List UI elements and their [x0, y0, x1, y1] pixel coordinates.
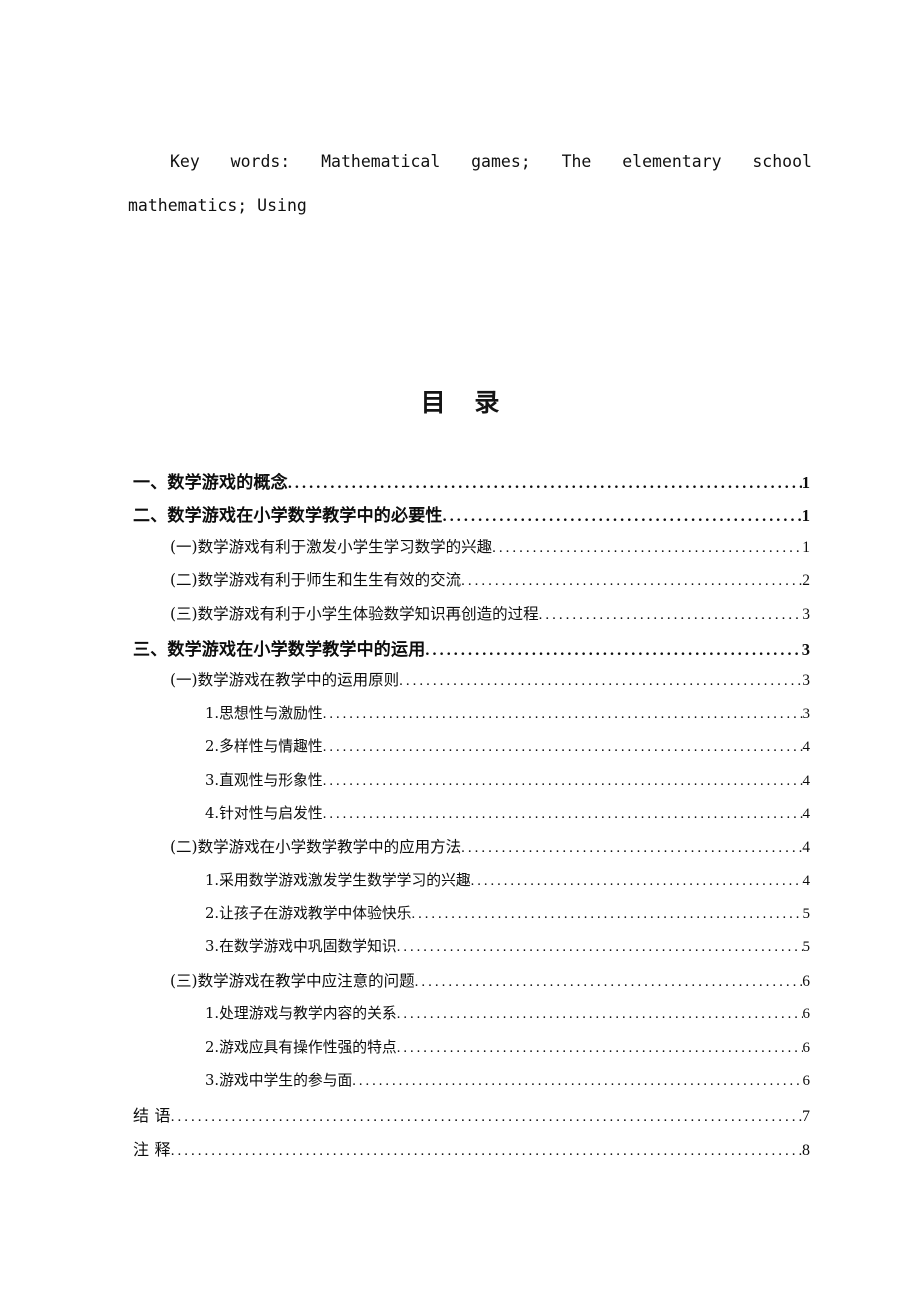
- toc-entry-label: 结 语: [133, 1106, 171, 1126]
- toc-entry[interactable]: 结 语 7: [0, 1102, 920, 1135]
- toc-page-number: 4: [802, 739, 811, 756]
- toc-page-number: 1: [801, 506, 810, 526]
- toc-entry[interactable]: (一)数学游戏有利于激发小学生学习数学的兴趣 1: [0, 535, 920, 568]
- toc-entry[interactable]: 4.针对性与启发性 4: [0, 802, 920, 835]
- toc-entry-label: 1.处理游戏与教学内容的关系: [205, 1005, 397, 1023]
- toc-entry[interactable]: 1.处理游戏与教学内容的关系 6: [0, 1002, 920, 1035]
- keywords-block: Key words: Mathematical games; The elementary…: [128, 140, 812, 228]
- toc-page-number: 3: [801, 639, 810, 659]
- toc-page-number: 4: [802, 772, 811, 789]
- toc-dot-leader: [397, 939, 803, 954]
- toc-page-number: 7: [802, 1108, 810, 1126]
- toc-dot-leader: [461, 840, 802, 856]
- toc-entry-label: 二、数学游戏在小学数学教学中的必要性: [133, 506, 443, 527]
- toc-entry[interactable]: (二)数学游戏有利于师生和生生有效的交流 2: [0, 568, 920, 601]
- toc-dot-leader: [539, 607, 803, 623]
- toc-page-number: 5: [802, 939, 811, 956]
- toc-entry[interactable]: 注 释 8: [0, 1136, 920, 1169]
- toc-dot-leader: [171, 1143, 802, 1159]
- toc-entry-label: 4.针对性与启发性: [205, 804, 323, 822]
- toc-entry-label: 3.在数学游戏中巩固数学知识: [205, 938, 397, 956]
- keyword-word: elementary: [622, 152, 722, 171]
- toc-entry[interactable]: 2.让孩子在游戏教学中体验快乐 5: [0, 902, 920, 935]
- toc-entry-label: (三)数学游戏有利于小学生体验数学知识再创造的过程: [170, 604, 539, 623]
- keyword-word: The: [561, 152, 592, 171]
- toc-dot-leader: [171, 1109, 802, 1125]
- toc-entry[interactable]: 1.采用数学游戏激发学生数学学习的兴趣 4: [0, 869, 920, 902]
- toc-dot-leader: [323, 739, 803, 754]
- page-title: 目 录: [420, 388, 510, 417]
- toc-dot-leader: [425, 642, 801, 659]
- toc-entry[interactable]: (三)数学游戏在教学中应注意的问题 6: [0, 969, 920, 1002]
- toc-entry[interactable]: 三、数学游戏在小学数学教学中的运用 3: [0, 635, 920, 668]
- toc-dot-leader: [288, 475, 802, 492]
- toc-entry[interactable]: 2.游戏应具有操作性强的特点 6: [0, 1036, 920, 1069]
- toc-entry[interactable]: 一、数学游戏的概念 1: [0, 468, 920, 501]
- toc-page-number: 8: [802, 1141, 810, 1159]
- toc-entry-label: 3.游戏中学生的参与面: [205, 1072, 353, 1090]
- toc-page-number: 2: [802, 572, 810, 590]
- keywords-line-2: mathematics; Using: [128, 196, 307, 215]
- keywords-line-1: Key words: Mathematical games; The elementary…: [128, 140, 812, 184]
- toc-entry-label: 2.多样性与情趣性: [205, 738, 323, 756]
- toc-dot-leader: [492, 540, 802, 556]
- toc-page-number: 3: [802, 705, 811, 722]
- keyword-word: Mathematical: [321, 152, 441, 171]
- toc-entry[interactable]: (一)数学游戏在教学中的运用原则 3: [0, 668, 920, 701]
- toc-entry-label: (一)数学游戏在教学中的运用原则: [170, 671, 400, 690]
- toc-entry-label: (三)数学游戏在教学中应注意的问题: [170, 971, 415, 990]
- keyword-word: Key: [170, 152, 200, 171]
- toc-entry-label: 1.采用数学游戏激发学生数学学习的兴趣: [205, 871, 471, 889]
- toc-entry[interactable]: 二、数学游戏在小学数学教学中的必要性 1: [0, 501, 920, 534]
- toc-page-number: 6: [802, 972, 810, 990]
- toc-page-number: 1: [802, 538, 810, 556]
- toc-page-number: 1: [801, 473, 810, 492]
- toc-entry-label: 三、数学游戏在小学数学教学中的运用: [133, 639, 426, 660]
- toc-entry[interactable]: 3.在数学游戏中巩固数学知识 5: [0, 935, 920, 968]
- toc-entry[interactable]: (三)数学游戏有利于小学生体验数学知识再创造的过程 3: [0, 602, 920, 635]
- toc-page-number: 6: [802, 1073, 811, 1090]
- toc-entry-label: 3.直观性与形象性: [205, 771, 323, 789]
- toc-page-number: 4: [802, 805, 811, 822]
- keyword-word: school: [752, 152, 812, 171]
- toc-entry[interactable]: 1.思想性与激励性 3: [0, 702, 920, 735]
- toc-entry-label: 注 释: [133, 1139, 171, 1159]
- toc-entry-label: (二)数学游戏在小学数学教学中的应用方法: [170, 838, 462, 857]
- toc-dot-leader: [323, 706, 803, 721]
- toc-page-number: 4: [802, 839, 810, 857]
- toc-entry-label: (二)数学游戏有利于师生和生生有效的交流: [170, 571, 462, 590]
- toc-page-number: 4: [802, 872, 811, 889]
- toc-dot-leader: [443, 508, 802, 525]
- toc-entry-label: 一、数学游戏的概念: [133, 473, 288, 493]
- toc-page-number: 6: [802, 1039, 811, 1056]
- toc-page-number: 5: [802, 906, 811, 923]
- table-of-contents: 一、数学游戏的概念1二、数学游戏在小学数学教学中的必要性1(一)数学游戏有利于激…: [0, 468, 920, 1169]
- toc-entry-label: (一)数学游戏有利于激发小学生学习数学的兴趣: [170, 537, 493, 556]
- toc-entry[interactable]: 3.游戏中学生的参与面 6: [0, 1069, 920, 1102]
- keyword-word: words:: [230, 152, 291, 171]
- toc-dot-leader: [411, 906, 802, 921]
- toc-entry-label: 2.游戏应具有操作性强的特点: [205, 1038, 397, 1056]
- document-page: Key words: Mathematical games; The elementary…: [0, 0, 920, 1302]
- toc-dot-leader: [323, 806, 803, 821]
- toc-dot-leader: [323, 773, 803, 788]
- toc-page-number: 3: [802, 605, 810, 623]
- toc-entry-label: 2.让孩子在游戏教学中体验快乐: [205, 905, 412, 923]
- toc-dot-leader: [397, 1040, 803, 1055]
- keyword-word: games;: [471, 152, 531, 171]
- toc-entry[interactable]: 2.多样性与情趣性 4: [0, 735, 920, 768]
- toc-dot-leader: [461, 573, 802, 589]
- toc-entry[interactable]: 3.直观性与形象性 4: [0, 769, 920, 802]
- toc-dot-leader: [352, 1073, 802, 1088]
- toc-entry[interactable]: (二)数学游戏在小学数学教学中的应用方法 4: [0, 835, 920, 868]
- toc-dot-leader: [415, 974, 803, 990]
- toc-page-number: 6: [802, 1006, 811, 1023]
- toc-entry-label: 1.思想性与激励性: [205, 704, 323, 722]
- toc-page-number: 3: [802, 672, 810, 690]
- toc-dot-leader: [397, 1006, 803, 1021]
- toc-dot-leader: [471, 873, 803, 888]
- toc-dot-leader: [399, 673, 802, 689]
